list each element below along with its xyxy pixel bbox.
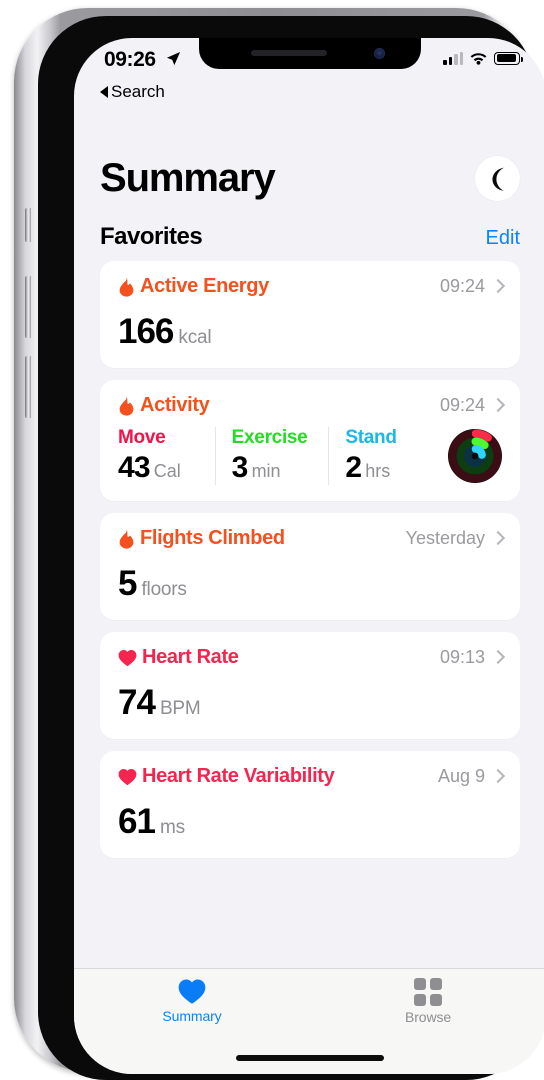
flame-icon — [119, 276, 134, 297]
location-arrow-icon — [166, 51, 181, 66]
card-value: 74 — [118, 683, 156, 722]
profile-avatar-button[interactable] — [475, 156, 520, 201]
card-unit: floors — [141, 579, 187, 600]
volume-up-button[interactable] — [25, 276, 31, 338]
tab-summary[interactable]: Summary — [74, 969, 310, 1024]
heart-icon — [178, 979, 206, 1004]
crescent-moon-icon — [491, 167, 504, 191]
tab-label: Browse — [404, 1009, 452, 1025]
card-timestamp: 09:24 — [439, 276, 485, 296]
metric-move: Move 43 Cal — [118, 427, 215, 485]
card-unit: BPM — [159, 698, 201, 719]
metric-exercise: Exercise 3 min — [214, 427, 329, 485]
card-header: Flights Climbed Yesterday — [118, 527, 502, 550]
card-value-row: 74 BPM — [118, 683, 502, 723]
page-header: Summary — [100, 114, 520, 201]
chevron-right-icon — [493, 650, 502, 665]
card-header: Activity 09:24 — [118, 394, 502, 417]
card-meta: Aug 9 — [438, 766, 502, 787]
back-to-search-link[interactable]: Search — [100, 82, 165, 102]
card-timestamp: Aug 9 — [437, 766, 485, 786]
back-link-label: Search — [111, 82, 165, 101]
card-unit: kcal — [178, 327, 212, 348]
metric-value: 43 — [118, 451, 151, 484]
page-title: Summary — [100, 156, 276, 200]
card-value-row: 61 ms — [118, 802, 502, 842]
card-title: Activity — [140, 394, 210, 416]
tab-label: Summary — [162, 1008, 222, 1024]
card-header: Heart Rate 09:13 — [118, 646, 502, 669]
display-notch — [199, 38, 421, 69]
card-timestamp: 09:24 — [439, 395, 485, 415]
card-flights-climbed[interactable]: Flights Climbed Yesterday 5 floors — [100, 513, 520, 620]
wifi-icon — [470, 53, 487, 65]
grid-icon — [414, 978, 442, 1006]
chevron-right-icon — [493, 769, 502, 784]
card-timestamp: Yesterday — [405, 528, 485, 548]
edit-button[interactable]: Edit — [486, 227, 520, 250]
card-unit: ms — [159, 817, 185, 838]
back-triangle-icon — [100, 86, 108, 98]
metric-label: Move — [118, 427, 166, 448]
card-meta: 09:13 — [440, 647, 502, 668]
earpiece-speaker-icon — [251, 50, 327, 56]
summary-scroll-view[interactable]: Summary Favorites Edit Active Energy 09:… — [74, 114, 544, 968]
card-value-row: 166 kcal — [118, 312, 502, 352]
activity-rings-icon — [448, 429, 503, 483]
card-value: 166 — [118, 312, 174, 351]
metric-unit: min — [251, 461, 281, 481]
card-header: Heart Rate Variability Aug 9 — [118, 765, 502, 788]
chevron-right-icon — [493, 398, 502, 413]
metric-unit: Cal — [153, 461, 181, 481]
metric-label: Exercise — [231, 427, 308, 448]
card-value-row: 5 floors — [118, 564, 502, 604]
status-time: 09:26 — [104, 48, 156, 71]
card-header: Active Energy 09:24 — [118, 275, 502, 298]
front-camera-icon — [374, 48, 385, 59]
heart-icon — [118, 768, 137, 785]
tab-browse[interactable]: Browse — [310, 969, 544, 1025]
volume-down-button[interactable] — [25, 356, 31, 418]
card-title: Heart Rate — [142, 646, 239, 668]
home-indicator[interactable] — [236, 1055, 384, 1061]
card-active-energy[interactable]: Active Energy 09:24 166 kcal — [100, 261, 520, 368]
status-indicators — [443, 51, 524, 65]
battery-icon — [494, 51, 524, 65]
iphone-device-frame: 09:26 Search Summary Favorites Edit Acti… — [14, 8, 544, 1080]
card-heart-rate-variability[interactable]: Heart Rate Variability Aug 9 61 ms — [100, 751, 520, 858]
card-value: 5 — [118, 564, 137, 603]
card-title: Flights Climbed — [140, 527, 285, 549]
card-activity[interactable]: Activity 09:24 Move 43 Cal Exercise 3 mi… — [100, 380, 520, 501]
card-meta: 09:24 — [440, 276, 502, 297]
cellular-bars-icon — [443, 51, 463, 65]
device-bezel: 09:26 Search Summary Favorites Edit Acti… — [38, 16, 544, 1080]
device-screen: 09:26 Search Summary Favorites Edit Acti… — [74, 38, 544, 1074]
heart-icon — [118, 649, 137, 666]
card-heart-rate[interactable]: Heart Rate 09:13 74 BPM — [100, 632, 520, 739]
card-meta: Yesterday — [406, 528, 502, 549]
card-timestamp: 09:13 — [439, 647, 485, 667]
card-title: Active Energy — [140, 275, 269, 297]
metric-value: 2 — [345, 451, 362, 484]
card-value: 61 — [118, 802, 156, 841]
favorites-section-header: Favorites Edit — [100, 223, 520, 251]
mute-switch-button[interactable] — [25, 208, 31, 242]
card-meta: 09:24 — [440, 395, 502, 416]
chevron-right-icon — [493, 531, 502, 546]
metric-value: 3 — [231, 451, 249, 484]
flame-icon — [119, 395, 134, 416]
favorites-title: Favorites — [100, 223, 203, 250]
card-title: Heart Rate Variability — [142, 765, 335, 787]
flame-icon — [119, 528, 134, 549]
metric-unit: hrs — [365, 461, 391, 481]
metric-stand: Stand 2 hrs — [328, 427, 442, 485]
metric-label: Stand — [345, 427, 397, 448]
activity-metrics: Move 43 Cal Exercise 3 min Stand 2 hrs — [118, 427, 503, 485]
chevron-right-icon — [493, 279, 502, 294]
